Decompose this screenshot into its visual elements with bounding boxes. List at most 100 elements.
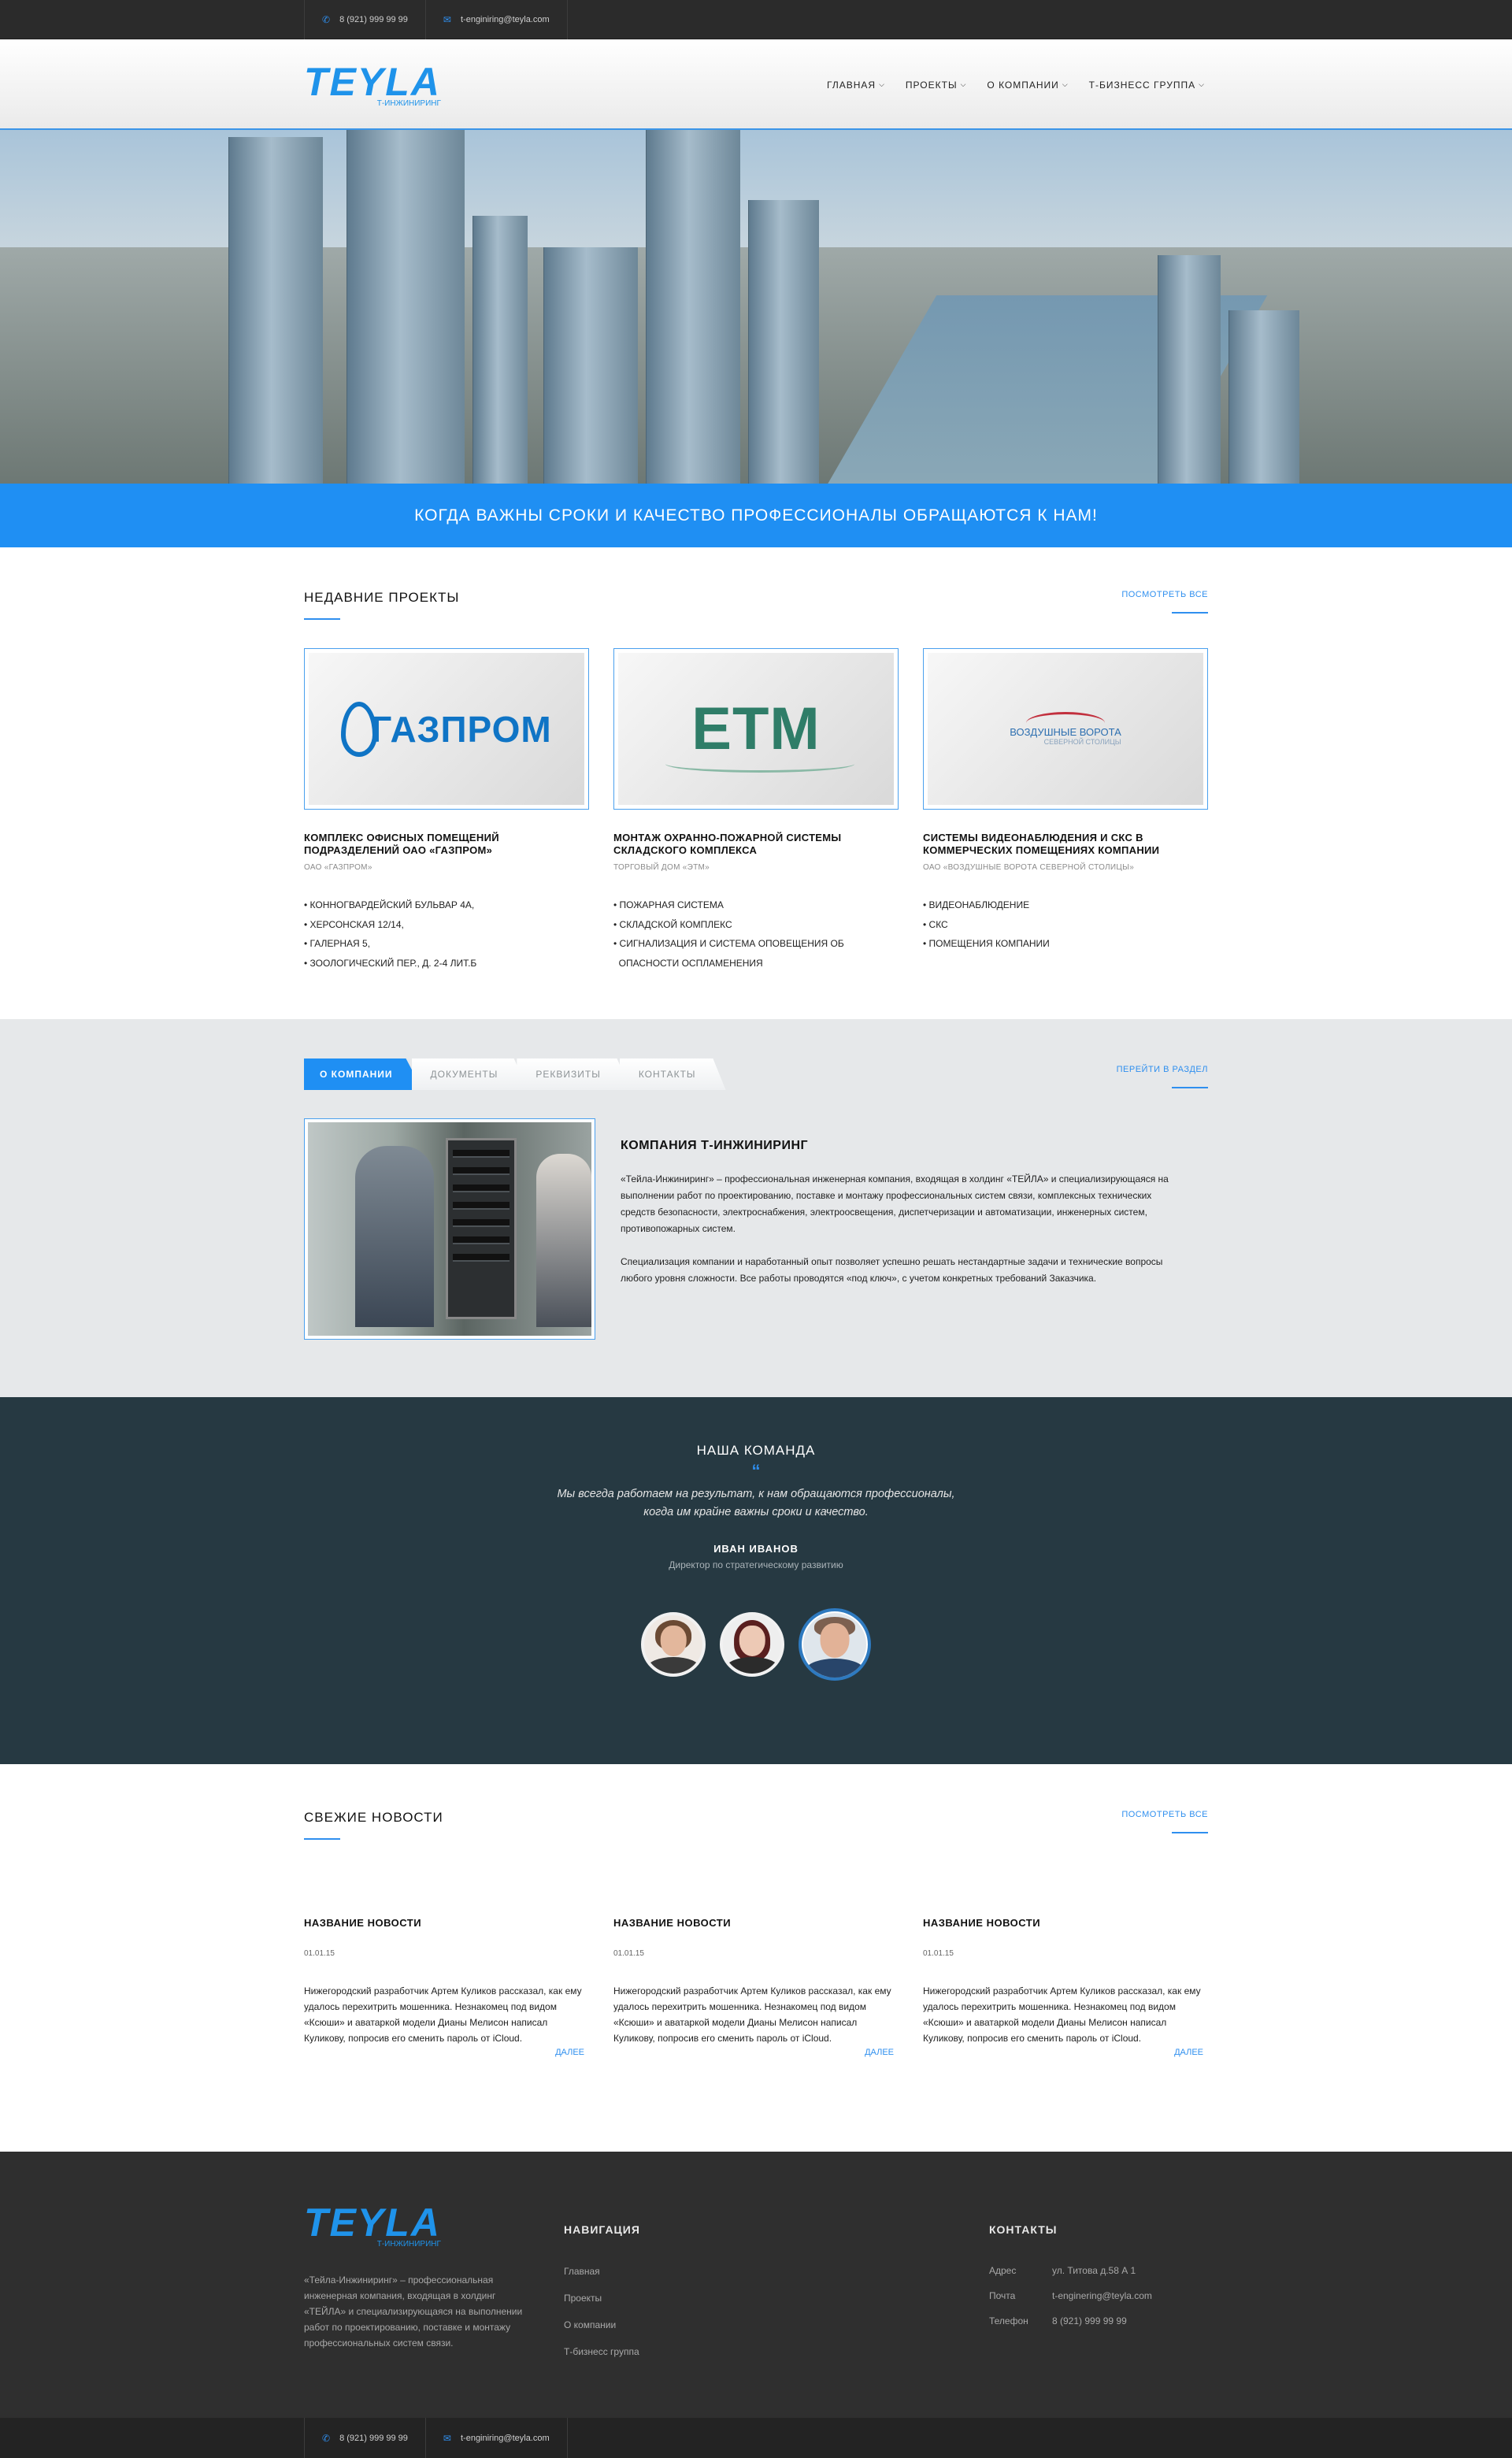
- news-card: НАЗВАНИЕ НОВОСТИ 01.01.15 Нижегородский …: [613, 1917, 899, 2057]
- project-title[interactable]: СИСТЕМЫ ВИДЕОНАБЛЮДЕНИЯ И СКС В КОММЕРЧЕ…: [923, 832, 1208, 857]
- paragraph: «Тейла-Инжиниринг» – профессиональная ин…: [621, 1173, 1169, 1234]
- project-details: • КОННОГВАРДЕЙСКИЙ БУЛЬВАР 4А, • ХЕРСОНС…: [304, 895, 589, 973]
- go-to-section-link[interactable]: ПЕРЕЙТИ В РАЗДЕЛ: [1117, 1065, 1209, 1088]
- hero-tower: [472, 216, 528, 484]
- project-details: • ВИДЕОНАБЛЮДЕНИЕ • СКС • ПОМЕЩЕНИЯ КОМП…: [923, 895, 1208, 954]
- nav-label: Т-БИЗНЕСС ГРУППА: [1088, 79, 1196, 91]
- list-item: ОПАСНОСТИ ОСПЛАМЕНЕНИЯ: [613, 957, 763, 969]
- project-card[interactable]: ГАЗПРОМ КОМПЛЕКС ОФИСНЫХ ПОМЕЩЕНИЙ ПОДРА…: [304, 648, 589, 973]
- logo-text: ГАЗПРОМ: [371, 708, 552, 750]
- news-title[interactable]: НАЗВАНИЕ НОВОСТИ: [304, 1917, 589, 1929]
- hero-tower: [1158, 255, 1221, 484]
- project-client: ОАО «ГАЗПРОМ»: [304, 863, 372, 872]
- project-details: • ПОЖАРНАЯ СИСТЕМА • СКЛАДСКОЙ КОМПЛЕКС …: [613, 895, 899, 973]
- phone-icon: ✆: [322, 14, 331, 25]
- site-logo[interactable]: TEYLA Т-ИНЖИНИРИНГ: [304, 62, 441, 108]
- chevron-down-icon: ⌵: [1199, 80, 1205, 88]
- news-text: Нижегородский разработчик Артем Куликов …: [304, 1985, 582, 2044]
- chevron-down-icon: ⌵: [960, 80, 967, 88]
- nav-item-home[interactable]: ГЛАВНАЯ ⌵: [827, 80, 885, 91]
- phone-icon: ✆: [322, 2432, 331, 2444]
- recent-projects-section: НЕДАВНИЕ ПРОЕКТЫ ПОСМОТРЕТЬ ВСЕ ГАЗПРОМ …: [0, 547, 1512, 1019]
- list-item: • ЗООЛОГИЧЕСКИЙ ПЕР., Д. 2-4 ЛИТ.Б: [304, 957, 477, 969]
- vozdushnye-vorota-logo: ВОЗДУШНЫЕ ВОРОТА СЕВЕРНОЙ СТОЛИЦЫ: [1010, 712, 1121, 746]
- mail-icon: ✉: [443, 14, 451, 25]
- section-title: НАША КОМАНДА: [696, 1443, 816, 1458]
- news-title[interactable]: НАЗВАНИЕ НОВОСТИ: [923, 1917, 1208, 1929]
- bottombar-email-text: t-enginiring@teyla.com: [460, 2433, 550, 2443]
- project-image[interactable]: ВОЗДУШНЫЕ ВОРОТА СЕВЕРНОЙ СТОЛИЦЫ: [923, 648, 1208, 810]
- project-card[interactable]: ETM МОНТАЖ ОХРАННО-ПОЖАРНОЙ СИСТЕМЫ СКЛА…: [613, 648, 899, 973]
- bottombar-email[interactable]: ✉ t-enginiring@teyla.com: [424, 2418, 568, 2458]
- contact-address: Адрес ул. Титова д.58 А 1: [989, 2258, 1152, 2283]
- list-item: • СКЛАДСКОЙ КОМПЛЕКС: [613, 918, 732, 930]
- footer-nav-about[interactable]: О компании: [564, 2312, 989, 2338]
- hero-tower: [1228, 310, 1299, 484]
- logo-text: TEYLA: [304, 59, 441, 104]
- list-item: • ПОЖАРНАЯ СИСТЕМА: [613, 899, 724, 910]
- nav-label: О КОМПАНИИ: [987, 79, 1059, 91]
- topbar-phone-text: 8 (921) 999 99 99: [339, 15, 408, 24]
- team-quote: Мы всегда работаем на результат, к нам о…: [0, 1485, 1512, 1522]
- nav-item-group[interactable]: Т-БИЗНЕСС ГРУППА ⌵: [1089, 80, 1205, 91]
- quote-line: Мы всегда работаем на результат, к нам о…: [557, 1488, 955, 1500]
- hero-tower: [748, 200, 819, 484]
- footer-about: «Тейла-Инжиниринг» – профессиональная ин…: [304, 2274, 523, 2349]
- project-client: ТОРГОВЫЙ ДОМ «ЭТМ»: [613, 863, 710, 872]
- quote-line: когда им крайне важны сроки и качество.: [643, 1506, 869, 1518]
- nav-item-projects[interactable]: ПРОЕКТЫ ⌵: [906, 80, 966, 91]
- paragraph: Специализация компании и наработанный оп…: [621, 1256, 1163, 1284]
- nav-label: ГЛАВНАЯ: [827, 79, 876, 91]
- engineer-figure: [355, 1146, 434, 1327]
- company-tabs: О КОМПАНИИ ДОКУМЕНТЫ РЕКВИЗИТЫ КОНТАКТЫ: [304, 1058, 726, 1090]
- list-item: • ПОМЕЩЕНИЯ КОМПАНИИ: [923, 938, 1050, 949]
- news-text: Нижегородский разработчик Артем Куликов …: [923, 1985, 1201, 2044]
- company-description: «Тейла-Инжиниринг» – профессиональная ин…: [621, 1171, 1172, 1287]
- quote-icon: “: [751, 1461, 761, 1481]
- bottombar-phone[interactable]: ✆ 8 (921) 999 99 99: [304, 2418, 425, 2458]
- footer-nav-home[interactable]: Главная: [564, 2258, 989, 2285]
- footer-nav-projects[interactable]: Проекты: [564, 2285, 989, 2312]
- nav-item-about[interactable]: О КОМПАНИИ ⌵: [987, 80, 1068, 91]
- engineer-figure: [536, 1154, 591, 1327]
- topbar-phone[interactable]: ✆ 8 (921) 999 99 99: [304, 0, 425, 39]
- footer-nav-group[interactable]: Т-бизнесс группа: [564, 2338, 989, 2365]
- avatar[interactable]: [720, 1612, 784, 1677]
- read-more-link[interactable]: ДАЛЕЕ: [923, 2048, 1208, 2057]
- logo-subtitle: Т-ИНЖИНИРИНГ: [376, 2240, 441, 2249]
- site-header: TEYLA Т-ИНЖИНИРИНГ ГЛАВНАЯ ⌵ ПРОЕКТЫ ⌵ О К…: [0, 39, 1512, 130]
- avatar[interactable]: [641, 1612, 706, 1677]
- topbar-email-text: t-enginiring@teyla.com: [460, 15, 550, 24]
- list-item: • ВИДЕОНАБЛЮДЕНИЕ: [923, 899, 1030, 910]
- news-date: 01.01.15: [304, 1949, 335, 1958]
- project-image[interactable]: ETM: [613, 648, 899, 810]
- contact-value[interactable]: t-enginering@teyla.com: [1052, 2283, 1152, 2308]
- news-card: НАЗВАНИЕ НОВОСТИ 01.01.15 Нижегородский …: [923, 1917, 1208, 2057]
- tab-documents[interactable]: ДОКУМЕНТЫ: [411, 1058, 528, 1090]
- news-text: Нижегородский разработчик Артем Куликов …: [613, 1985, 891, 2044]
- company-section: О КОМПАНИИ ДОКУМЕНТЫ РЕКВИЗИТЫ КОНТАКТЫ …: [0, 1019, 1512, 1397]
- tab-requisites[interactable]: РЕКВИЗИТЫ: [517, 1058, 631, 1090]
- news-date: 01.01.15: [923, 1949, 954, 1958]
- section-title: СВЕЖИЕ НОВОСТИ: [304, 1810, 443, 1840]
- project-title[interactable]: КОМПЛЕКС ОФИСНЫХ ПОМЕЩЕНИЙ ПОДРАЗДЕЛЕНИЙ…: [304, 832, 589, 857]
- avatar-selected[interactable]: [799, 1608, 871, 1681]
- view-all-projects-link[interactable]: ПОСМОТРЕТЬ ВСЕ: [1121, 590, 1208, 614]
- read-more-link[interactable]: ДАЛЕЕ: [304, 2048, 589, 2057]
- contact-value[interactable]: 8 (921) 999 99 99: [1052, 2308, 1127, 2334]
- logo-text: TEYLA: [304, 2200, 441, 2245]
- read-more-link[interactable]: ДАЛЕЕ: [613, 2048, 899, 2057]
- view-all-news-link[interactable]: ПОСМОТРЕТЬ ВСЕ: [1121, 1810, 1208, 1833]
- tab-contacts[interactable]: КОНТАКТЫ: [619, 1058, 726, 1090]
- topbar-email[interactable]: ✉ t-enginiring@teyla.com: [424, 0, 568, 39]
- project-title[interactable]: МОНТАЖ ОХРАННО-ПОЖАРНОЙ СИСТЕМЫ СКЛАДСКО…: [613, 832, 899, 857]
- team-avatars: [0, 1608, 1512, 1681]
- footer-logo[interactable]: TEYLA Т-ИНЖИНИРИНГ: [304, 2203, 441, 2249]
- main-nav: ГЛАВНАЯ ⌵ ПРОЕКТЫ ⌵ О КОМПАНИИ ⌵ Т-БИЗНЕСС …: [827, 80, 1205, 91]
- project-image[interactable]: ГАЗПРОМ: [304, 648, 589, 810]
- tab-about[interactable]: О КОМПАНИИ: [304, 1058, 423, 1090]
- news-title[interactable]: НАЗВАНИЕ НОВОСТИ: [613, 1917, 899, 1929]
- project-card[interactable]: ВОЗДУШНЫЕ ВОРОТА СЕВЕРНОЙ СТОЛИЦЫ СИСТЕМ…: [923, 648, 1208, 973]
- member-name: ИВАН ИВАНОВ: [713, 1543, 799, 1555]
- footer-contacts: Адрес ул. Титова д.58 А 1 Почта t-engineri…: [989, 2258, 1152, 2334]
